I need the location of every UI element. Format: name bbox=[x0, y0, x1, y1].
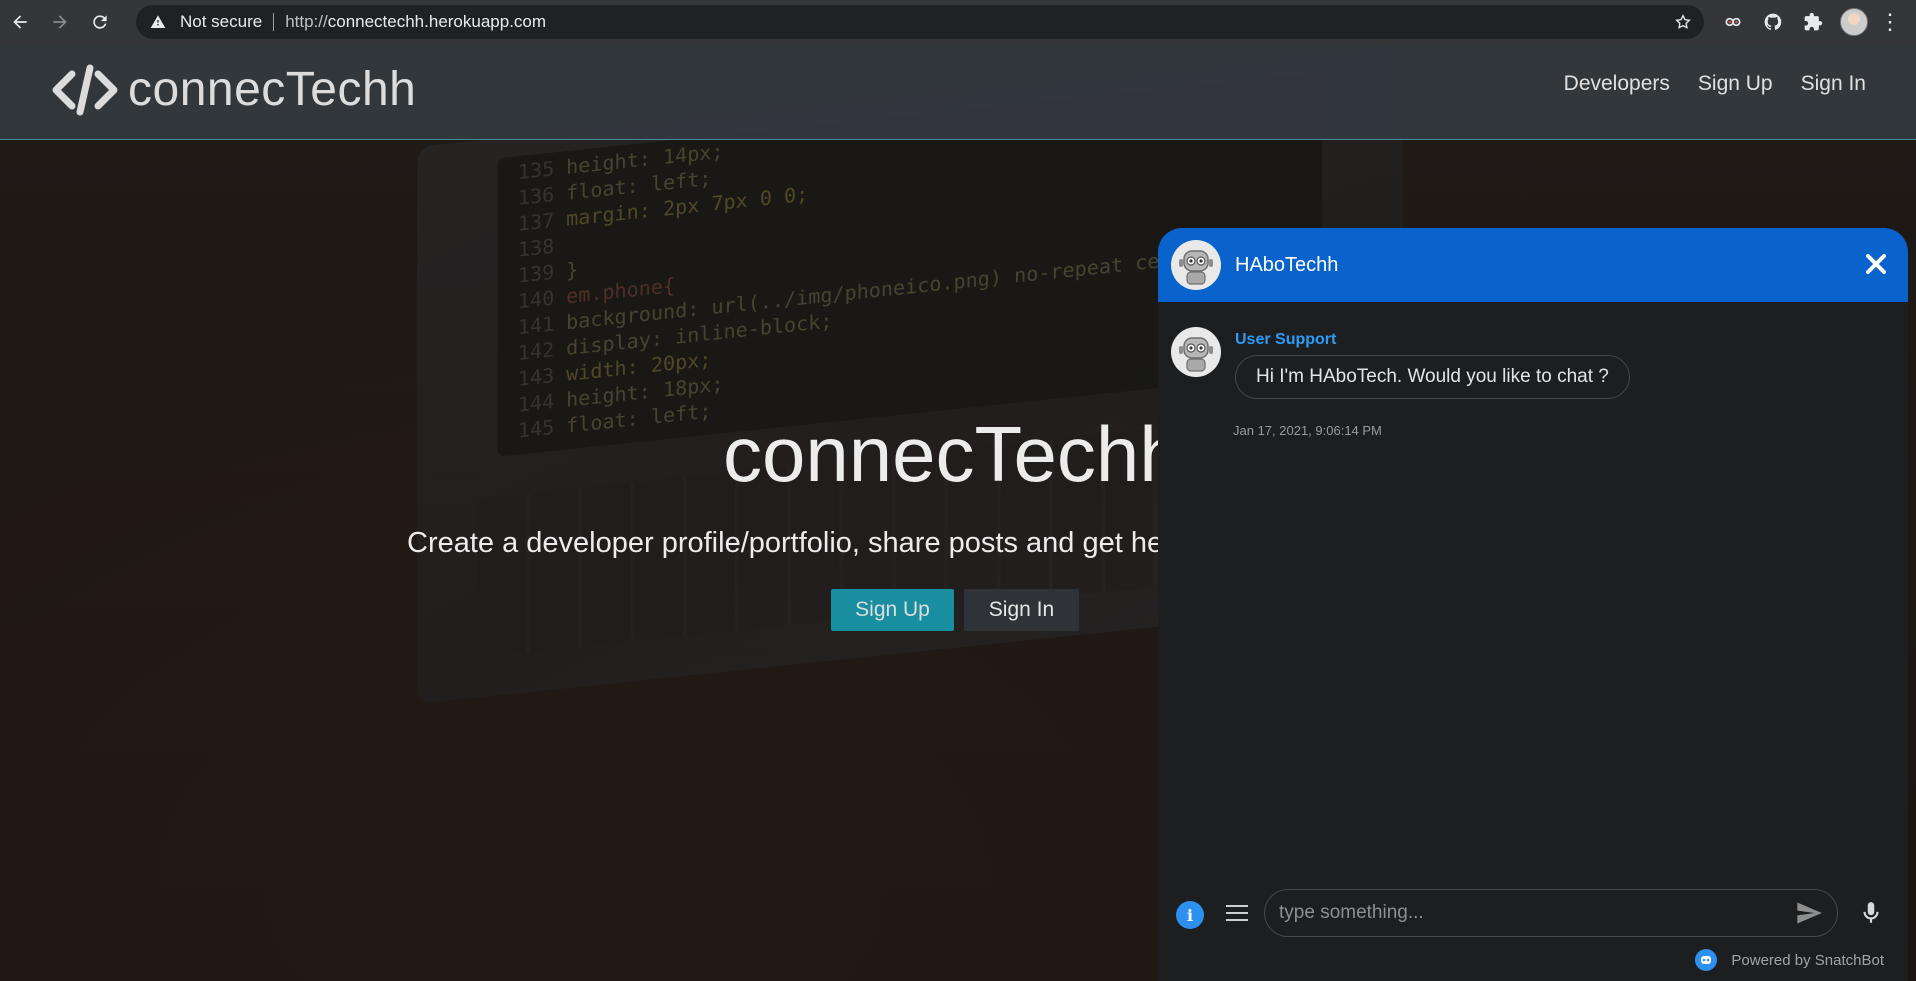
chat-message-input[interactable] bbox=[1264, 889, 1838, 937]
snatchbot-icon bbox=[1695, 949, 1718, 971]
brand-name: connecTechh bbox=[128, 63, 417, 116]
hero-buttons: Sign Up Sign In bbox=[831, 589, 1079, 631]
info-icon[interactable]: i bbox=[1176, 901, 1204, 929]
chat-message: User Support Hi I'm HAboTech. Would you … bbox=[1171, 327, 1630, 399]
message-timestamp: Jan 17, 2021, 9:06:14 PM bbox=[1233, 423, 1382, 438]
browser-toolbar: Not secure http://connectechh.herokuapp.… bbox=[0, 0, 1916, 44]
reload-icon bbox=[93, 15, 107, 29]
url-scheme: http:// bbox=[285, 12, 328, 31]
extensions-area: ⋮ bbox=[1720, 0, 1916, 44]
forward-button[interactable] bbox=[40, 0, 80, 44]
microphone-icon[interactable] bbox=[1858, 899, 1884, 927]
site-navbar: connecTechh Developers Sign Up Sign In bbox=[0, 44, 1916, 140]
menu-icon[interactable] bbox=[1226, 905, 1248, 923]
send-icon[interactable] bbox=[1794, 899, 1824, 927]
address-bar[interactable]: Not secure http://connectechh.herokuapp.… bbox=[136, 5, 1704, 39]
url-text[interactable]: http://connectechh.herokuapp.com bbox=[285, 12, 546, 32]
bookmark-star-icon[interactable] bbox=[1674, 13, 1692, 31]
nav-links: Developers Sign Up Sign In bbox=[1564, 72, 1866, 96]
chat-widget: HAboTechh User Support Hi I'm HAboTech. bbox=[1158, 228, 1908, 981]
robot-icon bbox=[1179, 250, 1213, 285]
hero-title: connecTechh bbox=[723, 410, 1183, 498]
chat-header: HAboTechh bbox=[1158, 228, 1908, 302]
extensions-puzzle-icon[interactable] bbox=[1800, 9, 1826, 35]
close-icon[interactable] bbox=[1864, 252, 1888, 276]
message-bubble: Hi I'm HAboTech. Would you like to chat … bbox=[1235, 355, 1630, 399]
back-arrow-icon bbox=[13, 15, 27, 29]
robot-icon bbox=[1179, 337, 1213, 372]
address-separator bbox=[273, 13, 275, 31]
url-host: connectechh.herokuapp.com bbox=[327, 12, 547, 31]
reload-button[interactable] bbox=[80, 0, 120, 44]
security-status[interactable]: Not secure bbox=[180, 12, 262, 32]
browser-menu-icon[interactable]: ⋮ bbox=[1879, 9, 1901, 35]
chat-title: HAboTechh bbox=[1235, 253, 1339, 276]
landing-page: 135 height: 14px; 136 float: left; 137 marg… bbox=[0, 44, 1916, 981]
hero-signin-button[interactable]: Sign In bbox=[964, 589, 1079, 631]
code-icon bbox=[52, 64, 118, 116]
extension-owl-icon[interactable] bbox=[1720, 9, 1746, 35]
brand-logo[interactable]: connecTechh bbox=[52, 62, 416, 117]
warning-icon bbox=[150, 13, 168, 31]
nav-developers-link[interactable]: Developers bbox=[1564, 72, 1670, 96]
hero-signup-button[interactable]: Sign Up bbox=[831, 589, 954, 631]
message-content: User Support Hi I'm HAboTech. Would you … bbox=[1235, 327, 1630, 399]
powered-by-text: Powered by SnatchBot bbox=[1731, 951, 1884, 969]
nav-signin-link[interactable]: Sign In bbox=[1801, 72, 1866, 96]
forward-arrow-icon bbox=[53, 15, 67, 29]
powered-by[interactable]: Powered by SnatchBot bbox=[1695, 949, 1884, 971]
message-sender: User Support bbox=[1235, 331, 1337, 348]
profile-avatar[interactable] bbox=[1840, 8, 1868, 36]
github-icon[interactable] bbox=[1760, 9, 1786, 35]
back-button[interactable] bbox=[0, 0, 40, 44]
bot-avatar bbox=[1171, 240, 1221, 290]
message-avatar bbox=[1171, 327, 1221, 377]
nav-signup-link[interactable]: Sign Up bbox=[1698, 72, 1773, 96]
chat-footer: i Powered by SnatchBot bbox=[1158, 881, 1908, 981]
